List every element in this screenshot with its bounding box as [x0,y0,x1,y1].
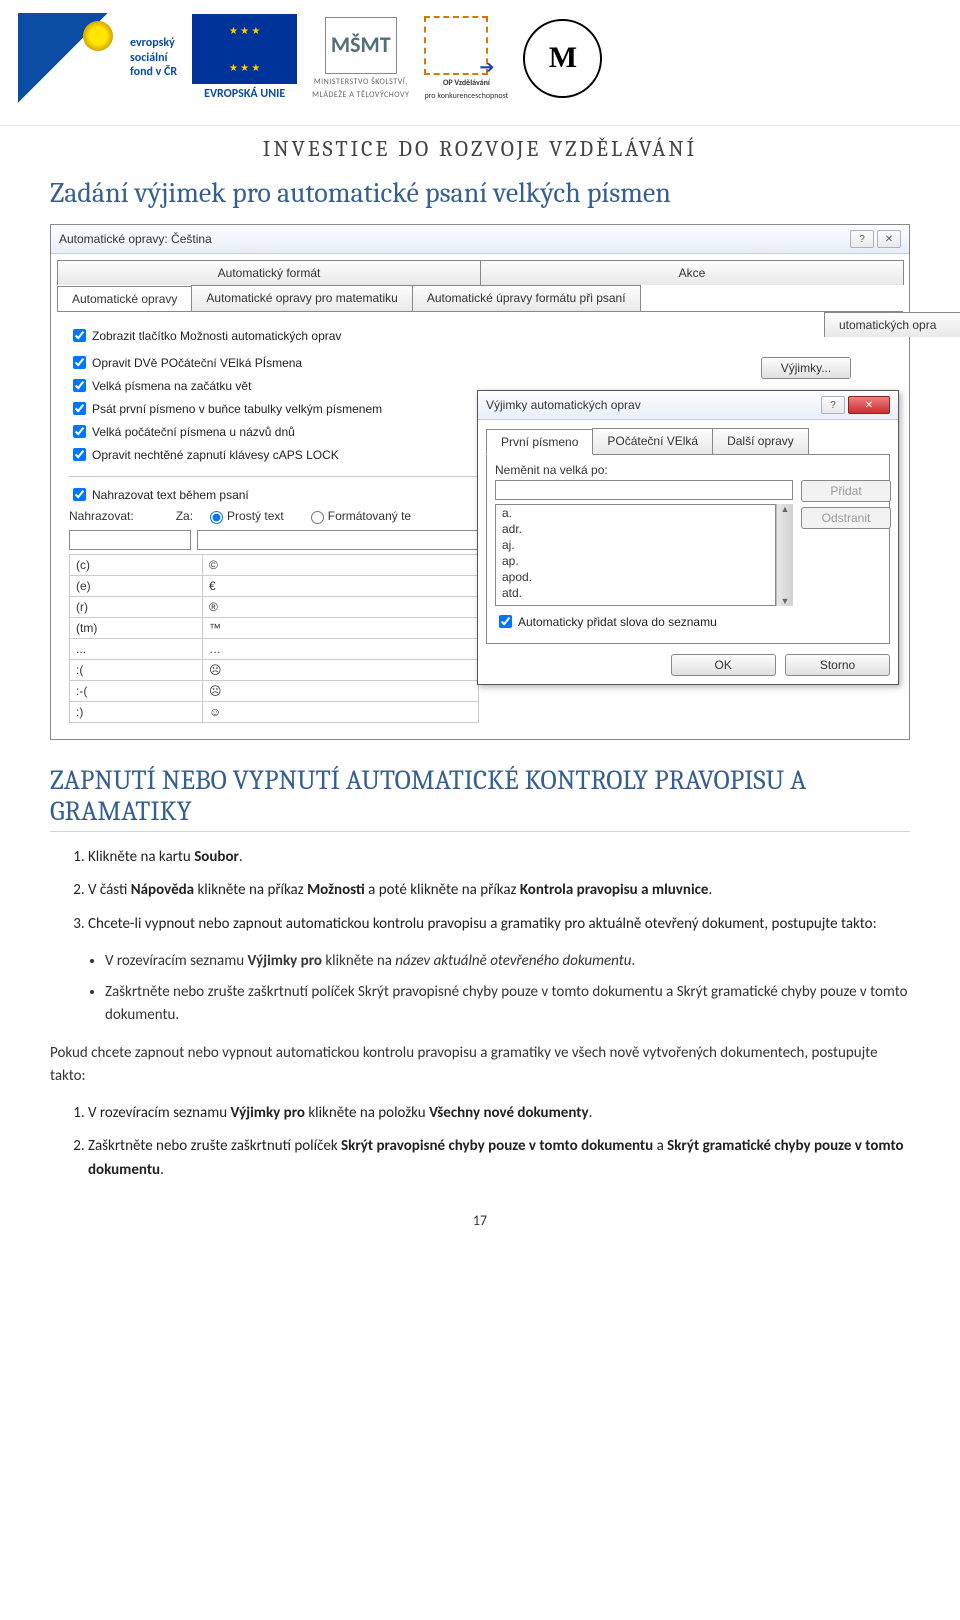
replace-label: Nahrazovat: [69,509,134,523]
radio-formatted-text[interactable]: Formátovaný te [306,508,411,524]
muni-logo [523,19,602,98]
tab-math-autocorrect[interactable]: Automatické opravy pro matematiku [191,285,412,311]
esf-line2: sociální [130,51,177,65]
exceptions-title: Výjimky automatických oprav [486,398,818,412]
tab-autocorrect[interactable]: Automatické opravy [57,286,192,312]
list-item[interactable]: atp. [496,601,775,606]
exceptions-button[interactable]: Výjimky... [761,357,851,379]
autocorrect-dialog: Automatické opravy: Čeština ? ✕ Automati… [50,224,910,740]
esf-text: evropský sociální fond v ČR [130,36,177,79]
bullet-list: V rozevíracím seznamu Výjimky pro klikně… [50,950,910,1028]
replace-input[interactable] [69,530,191,550]
paragraph: Pokud chcete zapnout nebo vypnout automa… [50,1042,910,1089]
table-row[interactable]: ...… [70,639,479,660]
exceptions-listbox[interactable]: a.adr.aj.ap.apod.atd.atp.b. [495,504,776,606]
table-row[interactable]: :)☺ [70,702,479,723]
no-cap-after-label: Neměnit na velká po: [495,463,881,477]
exceptions-dialog: Výjimky automatických oprav ? ✕ První pí… [477,390,899,685]
list-item[interactable]: ap. [496,553,775,569]
remove-button[interactable]: Odstranit [801,507,891,529]
table-row[interactable]: :-(☹ [70,681,479,702]
op-logo: OP Vzdělávání pro konkurenceschopnost [424,16,508,101]
steps-list-2: V rozevíracím seznamu Výjimky pro klikně… [50,1102,910,1182]
list-item[interactable]: atd. [496,585,775,601]
tab-auto-format[interactable]: Automatický formát [57,260,481,285]
step-3: Chcete-li vypnout nebo zapnout automatic… [88,913,910,936]
esf-line3: fond v ČR [130,65,177,79]
heading-2: ZAPNUTÍ NEBO VYPNUTÍ AUTOMATICKÉ KONTROL… [50,765,910,832]
step2-1: V rozevíracím seznamu Výjimky pro klikně… [88,1102,910,1125]
cancel-button[interactable]: Storno [785,654,890,676]
help-icon[interactable]: ? [850,230,874,248]
step2-2: Zaškrtněte nebo zrušte zaškrtnutí políče… [88,1135,910,1182]
step-2: V části Nápověda klikněte na příkaz Možn… [88,879,910,902]
close-icon[interactable]: ✕ [848,396,890,414]
close-icon[interactable]: ✕ [877,230,901,248]
msmt-logo: MŠMT MINISTERSTVO ŠKOLSTVÍ, MLÁDEŽE A TĚ… [312,17,409,100]
eu-label: EVROPSKÁ UNIE [192,87,297,101]
dialog-title: Automatické opravy: Čeština [59,232,847,246]
tab-autoformat-typing[interactable]: Automatické úpravy formátu při psaní [412,285,641,311]
tab-actions[interactable]: Akce [480,260,904,285]
list-item[interactable]: a. [496,505,775,521]
add-button[interactable]: Přidat [801,480,891,502]
tab-other-corrections[interactable]: Další opravy [712,428,809,454]
step-1: Klikněte na kartu Soubor. [88,846,910,869]
bullet-1: V rozevíracím seznamu Výjimky pro klikně… [105,950,910,973]
cb-show-options[interactable]: Zobrazit tlačítko Možnosti automatických… [69,326,891,345]
radio-plain-text[interactable]: Prostý text [205,508,284,524]
table-row[interactable]: (c)© [70,555,479,576]
table-row[interactable]: (tm)™ [70,618,479,639]
esf-logo [10,8,115,108]
tab-first-letter[interactable]: První písmeno [486,429,593,455]
list-item[interactable]: apod. [496,569,775,585]
with-label: Za: [176,509,193,523]
exception-input[interactable] [495,480,793,500]
table-row[interactable]: :(☹ [70,660,479,681]
table-row[interactable]: (r)® [70,597,479,618]
esf-line1: evropský [130,36,177,50]
cb-two-initials[interactable]: Opravit DVě POčáteční VElká PÍsmena [69,353,761,372]
list-item[interactable]: adr. [496,521,775,537]
cut-tab[interactable]: utomatických opra [824,312,960,337]
cb-auto-add[interactable]: Automaticky přidat slova do seznamu [495,612,881,631]
table-row[interactable]: (e)€ [70,576,479,597]
replacements-table[interactable]: (c)©(e)€(r)®(tm)™...…:(☹:-(☹:)☺ [69,554,479,723]
invest-banner: INVESTICE DO ROZVOJE VZDĚLÁVÁNÍ [0,136,960,162]
eu-flag-icon [192,14,297,84]
bullet-2: Zaškrtněte nebo zrušte zaškrtnutí políče… [105,981,910,1028]
tab-initial-caps[interactable]: POčáteční VElká [592,428,713,454]
steps-list: Klikněte na kartu Soubor. V části Nápově… [50,846,910,936]
scrollbar[interactable]: ▲▼ [776,504,793,606]
page-number: 17 [50,1212,910,1229]
heading-1: Zadání výjimek pro automatické psaní vel… [50,177,910,209]
list-item[interactable]: aj. [496,537,775,553]
help-icon[interactable]: ? [821,396,845,414]
ok-button[interactable]: OK [671,654,776,676]
